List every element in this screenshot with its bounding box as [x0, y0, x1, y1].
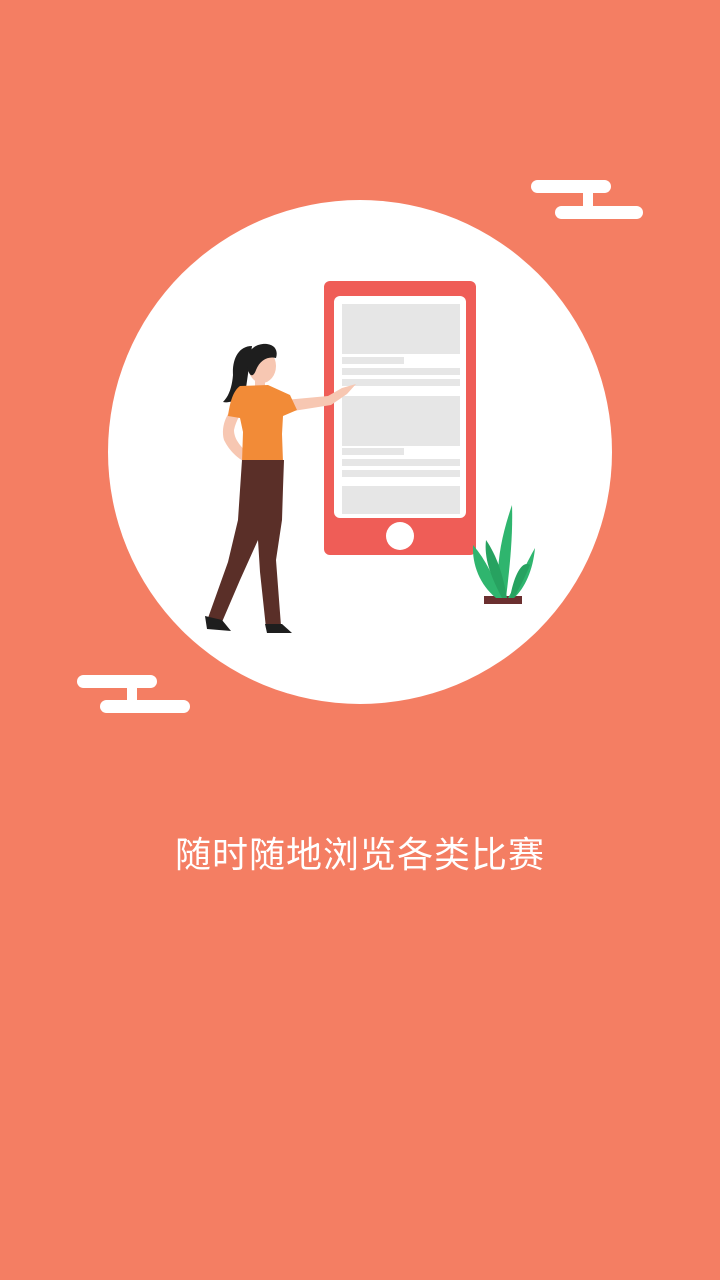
onboarding-illustration	[77, 180, 643, 713]
cloud-icon	[531, 180, 643, 219]
onboarding-caption: 随时随地浏览各类比赛	[174, 835, 545, 876]
onboarding-screen[interactable]: 随时随地浏览各类比赛	[0, 0, 720, 1280]
cloud-icon	[77, 675, 190, 713]
phone-graphic	[324, 281, 476, 555]
